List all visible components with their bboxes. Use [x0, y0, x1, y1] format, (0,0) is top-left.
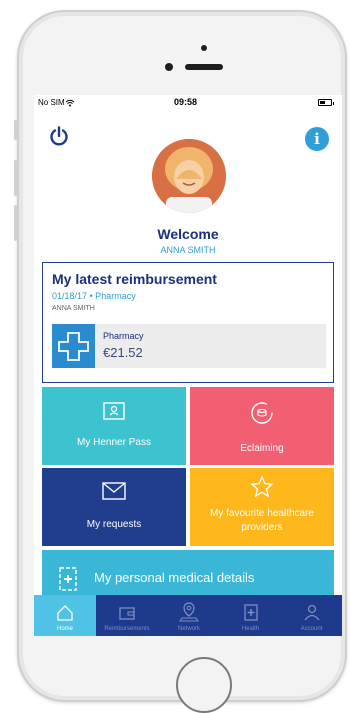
favourite-providers-label: My favourite healthcare providers	[210, 508, 314, 533]
tab-health[interactable]: Health	[220, 595, 281, 636]
medical-file-icon	[59, 567, 77, 591]
envelope-icon	[102, 482, 126, 500]
user-icon	[304, 604, 320, 621]
tab-health-label: Health	[241, 626, 260, 632]
wallet-icon	[119, 607, 135, 620]
latest-reimbursement-card[interactable]: My latest reimbursement 01/18/17 • Pharm…	[42, 262, 334, 383]
favourite-providers-tile[interactable]: My favourite healthcare providers	[190, 468, 334, 546]
map-pin-icon	[179, 602, 199, 622]
reimbursement-title: My latest reimbursement	[52, 271, 217, 287]
my-requests-label: My requests	[86, 519, 142, 530]
tab-account-label: Account	[300, 626, 323, 632]
app-screen: No SIM 09:58 i Welcome ANNA SMITH My lat…	[34, 95, 342, 636]
sensor-dot	[201, 45, 207, 51]
mute-switch[interactable]	[14, 120, 17, 140]
home-button[interactable]	[176, 657, 232, 713]
welcome-heading: Welcome	[157, 226, 219, 242]
avatar[interactable]	[152, 139, 226, 213]
user-name: ANNA SMITH	[160, 245, 216, 255]
star-icon	[250, 475, 274, 498]
eclaim-icon	[251, 402, 273, 424]
reimbursement-item-label: Pharmacy	[103, 331, 144, 341]
henner-pass-label: My Henner Pass	[77, 437, 151, 448]
status-time: 09:58	[174, 97, 198, 107]
tab-reimbursements-label: Reimbursements	[104, 626, 150, 632]
tab-home-label: Home	[56, 626, 73, 632]
tab-reimbursements[interactable]: Reimbursements	[96, 595, 158, 636]
tab-home[interactable]: Home	[34, 595, 96, 636]
reimbursement-beneficiary: ANNA SMITH	[52, 305, 95, 312]
reimbursement-date: 01/18/17 • Pharmacy	[52, 291, 136, 301]
info-button[interactable]: i	[305, 127, 329, 151]
front-camera	[165, 63, 173, 71]
bottom-tab-bar: Home Reimbursements Network Health Accou…	[34, 595, 342, 636]
power-icon[interactable]	[48, 125, 70, 147]
status-bar: No SIM 09:58	[34, 95, 342, 111]
volume-down-button[interactable]	[14, 205, 17, 241]
id-card-icon	[103, 402, 125, 420]
earpiece-speaker	[185, 64, 223, 70]
medical-details-label: My personal medical details	[94, 570, 255, 585]
reimbursement-item[interactable]: Pharmacy €21.52	[52, 324, 326, 368]
tab-account[interactable]: Account	[281, 595, 342, 636]
medical-details-tile[interactable]: My personal medical details	[42, 550, 334, 600]
my-requests-tile[interactable]: My requests	[42, 468, 186, 546]
henner-pass-tile[interactable]: My Henner Pass	[42, 387, 186, 465]
pharmacy-cross-icon	[52, 324, 95, 368]
home-icon	[57, 605, 73, 621]
health-icon	[244, 604, 258, 621]
eclaiming-tile[interactable]: Eclaiming	[190, 387, 334, 465]
wifi-icon	[65, 99, 75, 107]
avatar-image	[152, 139, 226, 213]
tab-network-label: Network	[177, 626, 200, 632]
reimbursement-item-amount: €21.52	[103, 345, 143, 360]
battery-icon	[318, 99, 334, 106]
eclaiming-label: Eclaiming	[240, 443, 284, 454]
carrier-label: No SIM	[38, 98, 65, 107]
tab-network[interactable]: Network	[158, 595, 220, 636]
volume-up-button[interactable]	[14, 160, 17, 196]
